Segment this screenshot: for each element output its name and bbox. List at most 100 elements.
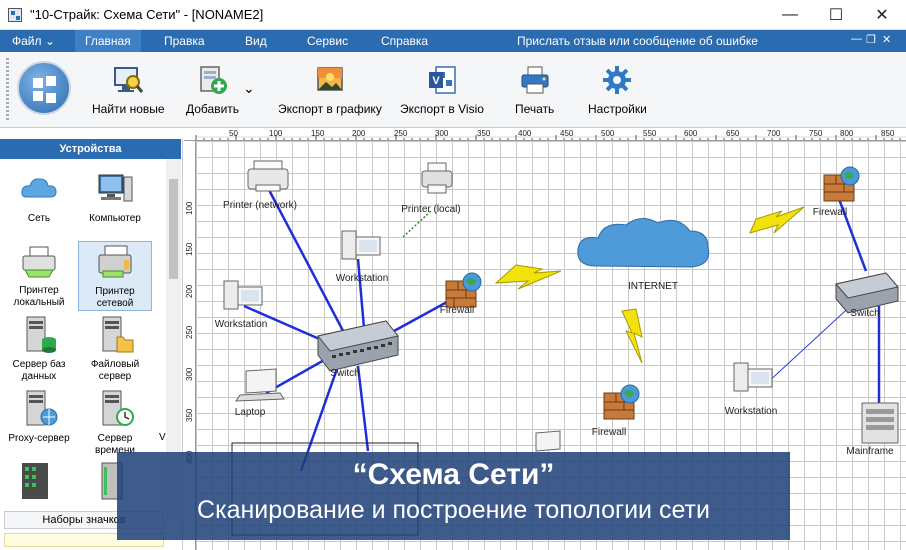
workstation-node-right [733,362,773,392]
ruler-top-label: 800 [840,129,854,138]
device-printer-local[interactable]: Принтер локальный [2,241,76,309]
time-server-icon [95,389,135,429]
ruler-top-label: 500 [601,129,615,138]
workstation-node-left [223,280,263,310]
printer-local-icon [19,241,59,281]
visio-icon: V [426,64,458,96]
panel-top-strip [0,129,183,139]
label-workstation-right: Workstation [724,406,778,417]
firewall-node-bottom [603,384,640,420]
label-mainframe: Mainframe [846,446,894,457]
device-label: Proxy-сервер [8,433,70,444]
workstation-node-top [341,230,381,260]
ruler-left-label: 300 [185,367,194,381]
lightning-down [621,308,643,364]
ruler-left-label: 150 [185,242,194,256]
title-bar: "10-Страйк: Схема Сети" - [NONAME2] — ☐ … [0,0,906,30]
feedback-link[interactable]: Прислать отзыв или сообщение об ошибке [517,34,758,48]
chevron-down-icon: ⌄ [44,34,55,48]
firewall-node-mid [445,272,482,308]
label-firewall-bottom: Firewall [591,427,627,438]
ruler-top-label: 150 [311,129,325,138]
menu-view[interactable]: Вид [245,34,267,48]
label-firewall-right: Firewall [812,207,848,218]
window-title: "10-Страйк: Схема Сети" - [NONAME2] [30,7,264,22]
banner-subtitle: Сканирование и построение топологии сети [197,496,710,524]
mdi-restore-icon[interactable]: ❐ [866,33,876,46]
ruler-top-label: 450 [560,129,574,138]
add-dropdown-chevron-icon[interactable]: ⌄ [243,80,255,97]
print-button[interactable]: Печать [515,64,554,116]
mainframe-node [861,402,899,444]
ruler-top-label: 100 [269,129,283,138]
app-logo[interactable] [17,61,71,115]
device-printer-network[interactable]: Принтер сетевой [78,241,152,311]
mdi-close-icon[interactable]: ✕ [882,33,891,46]
minimize-button[interactable]: — [767,0,813,30]
device-time-server[interactable]: Сервер времени [78,389,152,457]
mdi-minimize-icon[interactable]: — [851,33,862,45]
ruler-top-label: 200 [352,129,366,138]
export-visio-button[interactable]: V Экспорт в Visio [400,64,484,116]
computer-icon [95,169,135,209]
label-internet: INTERNET [628,281,678,292]
menu-home[interactable]: Главная [75,30,141,52]
label-printer-local: Printer (local) [401,204,461,215]
add-button[interactable]: Добавить [186,64,239,116]
link-switch-workstation-right [765,300,857,385]
device-label: Сервер баз данных [12,359,66,382]
panel-header[interactable]: Устройства [0,139,181,159]
device-label: Компьютер [89,213,141,224]
firewall-node-right [823,166,860,202]
promo-banner: “Схема Сети” Сканирование и построение т… [117,452,790,540]
printer-network-icon [95,242,135,282]
export-graphic-label: Экспорт в графику [278,102,382,116]
label-workstation-left: Workstation [214,319,268,330]
banner-title: “Схема Сети” [352,458,555,491]
device-proxy-server[interactable]: Proxy-сервер [2,389,76,445]
printer-icon [519,64,551,96]
label-switch-right: Switch [850,308,880,319]
ruler-top-label: 250 [394,129,408,138]
scan-monitor-icon [112,64,144,96]
ruler-left-label: 250 [185,325,194,339]
truncated-label: V [159,432,166,443]
device-file-server[interactable]: Файловый сервер [78,315,152,383]
switch-node-main [317,320,399,372]
find-new-label: Найти новые [92,102,165,116]
menu-file[interactable]: Файл ⌄ [12,34,55,48]
device-network[interactable]: Сеть [2,169,76,225]
image-export-icon [314,64,346,96]
device-db-server[interactable]: Сервер баз данных [2,315,76,383]
menu-edit[interactable]: Правка [164,34,205,48]
printer-local-node [421,162,453,194]
panel-scrollbar-thumb[interactable] [169,179,178,279]
ruler-top-label: 600 [684,129,698,138]
cloud-icon [19,169,59,209]
label-printer-network: Printer (network) [223,200,297,211]
ribbon-grip [6,58,9,122]
link-firewall-switch-right [834,190,868,272]
find-new-button[interactable]: Найти новые [92,64,165,116]
menu-service[interactable]: Сервис [307,34,348,48]
ruler-top-label: 700 [767,129,781,138]
menu-help[interactable]: Справка [381,34,428,48]
switch-node-right [835,272,899,314]
ruler-top-label: 550 [643,129,657,138]
ruler-left-label: 350 [185,408,194,422]
ruler-top-label: 300 [435,129,449,138]
label-laptop: Laptop [234,407,266,418]
ruler-top-label: 400 [518,129,532,138]
svg-text:V: V [432,75,440,87]
app-icon [8,8,22,22]
settings-button[interactable]: Настройки [588,64,647,116]
print-label: Печать [515,102,555,116]
label-firewall-mid: Firewall [439,305,475,316]
close-button[interactable]: ✕ [859,0,905,30]
device-label: Сеть [27,213,51,224]
maximize-button[interactable]: ☐ [813,0,859,30]
device-label: Файловый сервер [90,359,140,382]
ruler-left-label: 100 [185,201,194,215]
device-computer[interactable]: Компьютер [78,169,152,225]
export-graphic-button[interactable]: Экспорт в графику [278,64,382,116]
